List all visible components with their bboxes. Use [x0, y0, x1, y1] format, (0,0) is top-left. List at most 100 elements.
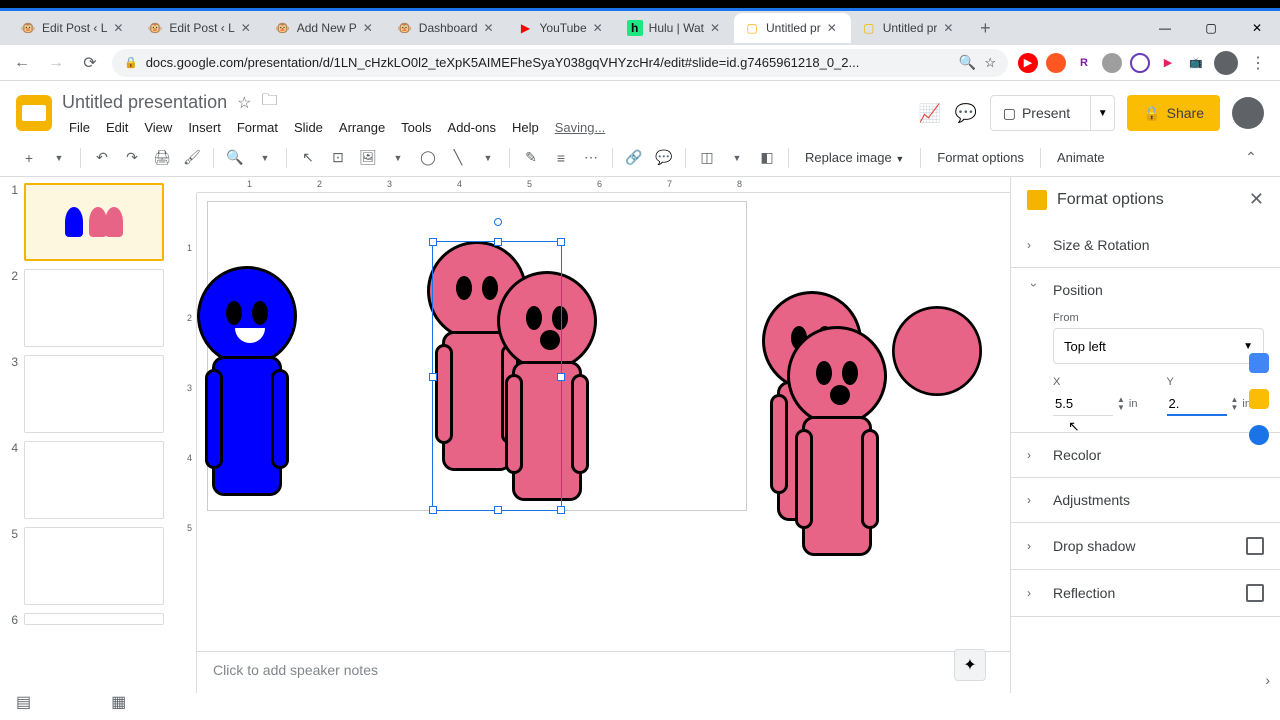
menu-format[interactable]: Format	[230, 118, 285, 137]
drop-shadow-checkbox[interactable]	[1246, 537, 1264, 555]
redo-button[interactable]: ↷	[119, 145, 145, 171]
undo-button[interactable]: ↶	[89, 145, 115, 171]
shape-tool[interactable]: ◯	[415, 145, 441, 171]
back-button[interactable]: ←	[10, 51, 34, 75]
menu-file[interactable]: File	[62, 118, 97, 137]
browser-menu-button[interactable]: ⋮	[1246, 51, 1270, 75]
close-icon[interactable]: ✕	[241, 21, 255, 35]
select-tool[interactable]: ↖	[295, 145, 321, 171]
close-icon[interactable]: ✕	[484, 21, 498, 35]
window-close-button[interactable]: ✕	[1234, 13, 1280, 43]
figure-blue[interactable]	[197, 266, 297, 496]
speaker-notes[interactable]: Click to add speaker notes	[197, 651, 1010, 693]
figure-pink[interactable]	[497, 271, 597, 501]
browser-tab[interactable]: ▢Untitled pr✕	[734, 13, 851, 43]
close-icon[interactable]: ✕	[827, 21, 841, 35]
chevron-down-icon[interactable]: ▼	[252, 145, 278, 171]
extension-icon[interactable]	[1102, 53, 1122, 73]
browser-tab[interactable]: ▢Untitled pr✕	[851, 13, 968, 43]
tasks-icon[interactable]	[1249, 425, 1269, 445]
collapse-toolbar-button[interactable]: ⌃	[1238, 145, 1264, 171]
border-dash-button[interactable]: ⋯	[578, 145, 604, 171]
close-icon[interactable]: ✕	[113, 21, 127, 35]
print-button[interactable]: 🖨	[149, 145, 175, 171]
slide-thumbnail[interactable]	[24, 269, 164, 347]
move-icon[interactable]: 🗀	[261, 89, 277, 116]
menu-arrange[interactable]: Arrange	[332, 118, 392, 137]
close-icon[interactable]: ✕	[710, 21, 724, 35]
present-button[interactable]: ▢Present ▼	[990, 95, 1115, 131]
browser-tab[interactable]: 🐵Edit Post ‹ L✕	[10, 13, 137, 43]
format-options-button[interactable]: Format options	[929, 150, 1032, 165]
explore-button[interactable]: ✦	[954, 649, 986, 681]
present-dropdown[interactable]: ▼	[1090, 96, 1114, 130]
browser-tab[interactable]: 🐵Edit Post ‹ L✕	[137, 13, 264, 43]
from-select[interactable]: Top left ▼	[1053, 328, 1264, 364]
slide-thumbnail[interactable]	[24, 527, 164, 605]
menu-slide[interactable]: Slide	[287, 118, 330, 137]
reflection-section[interactable]: › Reflection	[1011, 570, 1280, 616]
slide-thumbnail[interactable]	[24, 441, 164, 519]
extension-icon[interactable]: R	[1074, 53, 1094, 73]
animate-button[interactable]: Animate	[1049, 150, 1113, 165]
filmstrip-view-button[interactable]: ▤	[16, 692, 31, 712]
profile-avatar[interactable]	[1232, 97, 1264, 129]
minimize-button[interactable]: —	[1142, 13, 1188, 43]
browser-tab[interactable]: hHulu | Wat✕	[617, 13, 734, 43]
comment-button[interactable]: 💬	[651, 145, 677, 171]
border-color-button[interactable]: ✎	[518, 145, 544, 171]
extension-icon[interactable]	[1046, 53, 1066, 73]
forward-button[interactable]: →	[44, 51, 68, 75]
line-tool[interactable]: ╲	[445, 145, 471, 171]
comments-icon[interactable]: 💬	[954, 101, 978, 125]
size-rotation-section[interactable]: › Size & Rotation	[1011, 223, 1280, 267]
y-input[interactable]	[1167, 392, 1227, 416]
browser-tab[interactable]: 🐵Add New P✕	[265, 13, 387, 43]
url-field[interactable]: 🔒 docs.google.com/presentation/d/1LN_cHz…	[112, 49, 1008, 77]
drop-shadow-section[interactable]: › Drop shadow	[1011, 523, 1280, 569]
border-weight-button[interactable]: ≡	[548, 145, 574, 171]
slide-thumbnail[interactable]	[24, 183, 164, 261]
close-icon[interactable]: ✕	[943, 21, 957, 35]
paint-format-button[interactable]: 🖌	[179, 145, 205, 171]
figure-pink[interactable]	[787, 326, 887, 556]
slide-thumbnail[interactable]	[24, 355, 164, 433]
zoom-icon[interactable]: 🔍	[959, 54, 976, 71]
maximize-button[interactable]: ▢	[1188, 13, 1234, 43]
share-button[interactable]: 🔒Share	[1127, 95, 1220, 131]
close-icon[interactable]: ✕	[363, 21, 377, 35]
new-tab-button[interactable]: +	[971, 14, 999, 42]
stepper[interactable]: ▲▼	[1117, 396, 1125, 412]
menu-tools[interactable]: Tools	[394, 118, 438, 137]
canvas-area[interactable]: 1 2 3 4 5 6 7 8 1 2 3 4 5	[185, 177, 1010, 693]
profile-avatar[interactable]	[1214, 51, 1238, 75]
cast-icon[interactable]: 📺	[1186, 53, 1206, 73]
menu-view[interactable]: View	[137, 118, 179, 137]
x-input[interactable]	[1053, 392, 1113, 416]
slides-logo-icon[interactable]	[16, 95, 52, 131]
extension-icon[interactable]: ▶	[1158, 53, 1178, 73]
new-slide-button[interactable]: +	[16, 145, 42, 171]
grid-view-button[interactable]: ▦	[111, 692, 126, 712]
zoom-button[interactable]: 🔍	[222, 145, 248, 171]
chevron-down-icon[interactable]: ▼	[724, 145, 750, 171]
replace-image-button[interactable]: Replace image ▼	[797, 150, 912, 165]
extension-icon[interactable]	[1130, 53, 1150, 73]
adjustments-section[interactable]: › Adjustments	[1011, 478, 1280, 522]
menu-edit[interactable]: Edit	[99, 118, 135, 137]
mask-button[interactable]: ◧	[754, 145, 780, 171]
menu-addons[interactable]: Add-ons	[441, 118, 503, 137]
extension-icon[interactable]: ▶	[1018, 53, 1038, 73]
figure-pink[interactable]	[892, 306, 982, 396]
document-title[interactable]: Untitled presentation	[62, 92, 227, 113]
close-icon[interactable]: ✕	[1249, 189, 1264, 210]
star-icon[interactable]: ☆	[237, 93, 251, 113]
textbox-tool[interactable]: ⊡	[325, 145, 351, 171]
calendar-icon[interactable]	[1249, 353, 1269, 373]
menu-help[interactable]: Help	[505, 118, 546, 137]
reload-button[interactable]: ⟳	[78, 51, 102, 75]
activity-icon[interactable]: 📈	[918, 101, 942, 125]
browser-tab[interactable]: 🐵Dashboard✕	[387, 13, 508, 43]
image-tool[interactable]: 🖼	[355, 145, 381, 171]
position-section[interactable]: › Position	[1011, 268, 1280, 312]
